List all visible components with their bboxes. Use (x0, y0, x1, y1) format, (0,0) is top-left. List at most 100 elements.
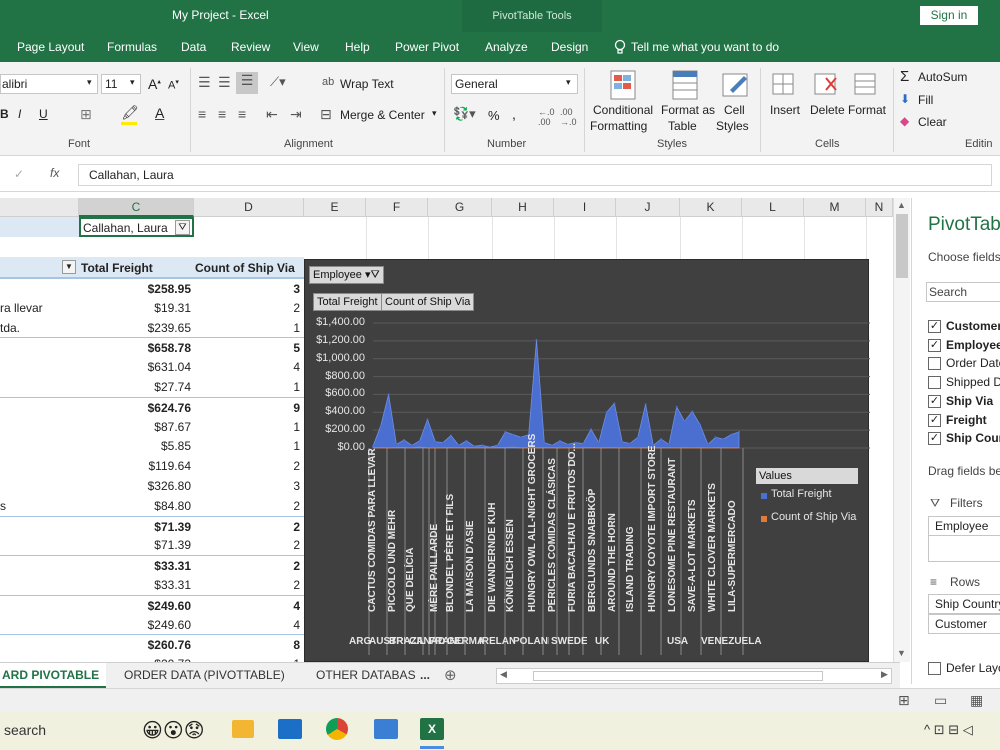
data-point-total-freight[interactable] (722, 438, 725, 441)
selected-cell-filter[interactable]: Callahan, Laura ⛛ (79, 217, 194, 237)
data-point-total-freight[interactable] (457, 444, 460, 447)
data-point-total-freight[interactable] (535, 339, 538, 341)
file-explorer-icon[interactable] (232, 720, 254, 738)
data-point-total-freight[interactable] (738, 430, 740, 433)
data-point-total-freight[interactable] (387, 393, 390, 396)
column-header-g[interactable]: G (428, 198, 492, 217)
field-label[interactable]: Ship Count (946, 431, 1000, 445)
fill-color-icon[interactable]: 🖍 (121, 104, 139, 121)
increase-font-icon[interactable]: A▴ (148, 76, 161, 92)
data-point-total-freight[interactable] (426, 418, 429, 421)
table-row[interactable]: $71.39 2 (0, 535, 304, 555)
data-point-total-freight[interactable] (597, 441, 600, 444)
align-right-icon[interactable]: ≡ (238, 106, 246, 122)
decrease-font-icon[interactable]: A▾ (168, 78, 179, 92)
tab-review[interactable]: Review (231, 40, 270, 54)
table-row[interactable]: $5.85 1 (0, 436, 304, 456)
data-point-total-freight[interactable] (621, 440, 624, 443)
scroll-right-icon[interactable]: ▶ (881, 669, 888, 680)
fields-search-input[interactable]: Search (926, 282, 1000, 302)
sheet-tab-active[interactable]: ARD PIVOTABLE (0, 663, 106, 688)
orientation-icon[interactable]: ⟋▾ (270, 74, 286, 90)
page-break-view-icon[interactable]: ▦ (970, 692, 983, 709)
data-point-total-freight[interactable] (582, 442, 585, 445)
data-point-total-freight[interactable] (504, 430, 507, 433)
h-scroll-thumb[interactable] (533, 671, 823, 681)
data-point-total-freight[interactable] (590, 428, 592, 431)
filter-funnel-icon[interactable]: ⛛ (175, 220, 190, 235)
table-row[interactable]: $27.74 1 (0, 377, 304, 397)
column-header-l[interactable]: L (742, 198, 804, 217)
worksheet-grid[interactable]: CDEFGHIJKLMN Callahan, Laura ⛛ ▼ Total F… (0, 198, 893, 662)
bold-button[interactable]: B (0, 107, 9, 121)
data-point-total-freight[interactable] (691, 410, 694, 413)
chevron-down-icon[interactable]: ▾ (432, 108, 437, 119)
rows-item-ship-country[interactable]: Ship Country (928, 594, 1000, 614)
data-point-total-freight[interactable] (449, 434, 452, 437)
conditional-formatting-button[interactable]: Conditional (593, 103, 653, 117)
data-point-total-freight[interactable] (372, 445, 374, 448)
table-row[interactable]: $249.60 4 (0, 594, 304, 615)
pivot-chart[interactable]: Employee ▾⛛ Total Freight Count of Ship … (304, 259, 870, 662)
format-button[interactable]: Format (848, 103, 886, 117)
delete-button[interactable]: Delete (810, 103, 845, 117)
scroll-down-icon[interactable]: ▼ (897, 648, 906, 658)
table-row[interactable]: $33.31 2 (0, 555, 304, 575)
sign-in-button[interactable]: Sign in (920, 6, 978, 25)
table-row[interactable]: $326.80 3 (0, 476, 304, 496)
sheet-tab-other-databas[interactable]: OTHER DATABAS (316, 663, 416, 688)
data-point-total-freight[interactable] (395, 443, 398, 446)
data-point-total-freight[interactable] (605, 411, 608, 414)
cell-styles-button[interactable]: Cell (724, 103, 745, 117)
table-row[interactable]: $71.39 2 (0, 515, 304, 536)
data-point-total-freight[interactable] (660, 438, 663, 441)
format-as-table-button[interactable]: Format as (661, 103, 715, 117)
table-row[interactable]: $87.67 1 (0, 417, 304, 437)
data-point-total-freight[interactable] (496, 444, 499, 447)
field-checkbox[interactable]: ✓ (928, 338, 941, 352)
column-header-h[interactable]: H (492, 198, 554, 217)
align-left-icon[interactable]: ≡ (198, 106, 206, 122)
column-header-m[interactable]: M (804, 198, 866, 217)
table-row[interactable]: tda. $239.65 1 (0, 318, 304, 338)
data-point-total-freight[interactable] (481, 444, 483, 447)
increase-indent-icon[interactable]: ⇥ (290, 106, 302, 123)
column-header-e[interactable]: E (304, 198, 366, 217)
table-row[interactable]: $624.76 9 (0, 396, 304, 417)
tab-analyze[interactable]: Analyze (485, 40, 528, 54)
table-row[interactable]: s $84.80 2 (0, 496, 304, 516)
mail-icon[interactable] (278, 719, 302, 739)
sheet-tab-order-data[interactable]: ORDER DATA (PIVOTTABLE) (124, 663, 285, 688)
fill-button[interactable]: Fill (918, 93, 933, 107)
data-point-total-freight[interactable] (667, 443, 670, 446)
data-point-total-freight[interactable] (613, 402, 616, 405)
scroll-up-icon[interactable]: ▲ (897, 200, 906, 210)
field-label[interactable]: Ship Via (946, 394, 993, 408)
data-point-total-freight[interactable] (465, 439, 468, 442)
column-header-d[interactable]: D (194, 198, 304, 217)
more-sheets-icon[interactable]: ... (420, 663, 430, 688)
data-point-total-freight[interactable] (730, 433, 733, 436)
field-checkbox[interactable]: ✓ (928, 413, 941, 427)
data-point-total-freight[interactable] (512, 433, 515, 436)
filters-item-employee[interactable]: Employee (928, 516, 1000, 536)
data-point-total-freight[interactable] (636, 436, 639, 439)
data-point-total-freight[interactable] (699, 423, 702, 426)
wrap-text-button[interactable]: Wrap Text (340, 77, 394, 91)
field-checkbox[interactable] (928, 376, 941, 390)
column-header-n[interactable]: N (866, 198, 893, 217)
data-point-total-freight[interactable] (683, 420, 686, 423)
data-point-total-freight[interactable] (551, 444, 554, 447)
borders-icon[interactable]: ⊞ (80, 106, 92, 123)
defer-layout-checkbox[interactable] (928, 662, 941, 675)
horizontal-scrollbar[interactable]: ◀ ▶ (496, 668, 892, 684)
decrease-decimal-icon[interactable]: .00 →.0 (560, 107, 577, 127)
decrease-indent-icon[interactable]: ⇤ (266, 106, 278, 123)
italic-button[interactable]: I (18, 107, 21, 121)
font-size-dropdown[interactable]: 11 ▾ (101, 74, 141, 94)
field-checkbox[interactable]: ✓ (928, 320, 941, 333)
insert-function-icon[interactable]: fx (50, 166, 59, 180)
data-point-total-freight[interactable] (706, 443, 709, 446)
scroll-left-icon[interactable]: ◀ (500, 669, 507, 680)
comma-style-icon[interactable]: , (512, 106, 516, 122)
